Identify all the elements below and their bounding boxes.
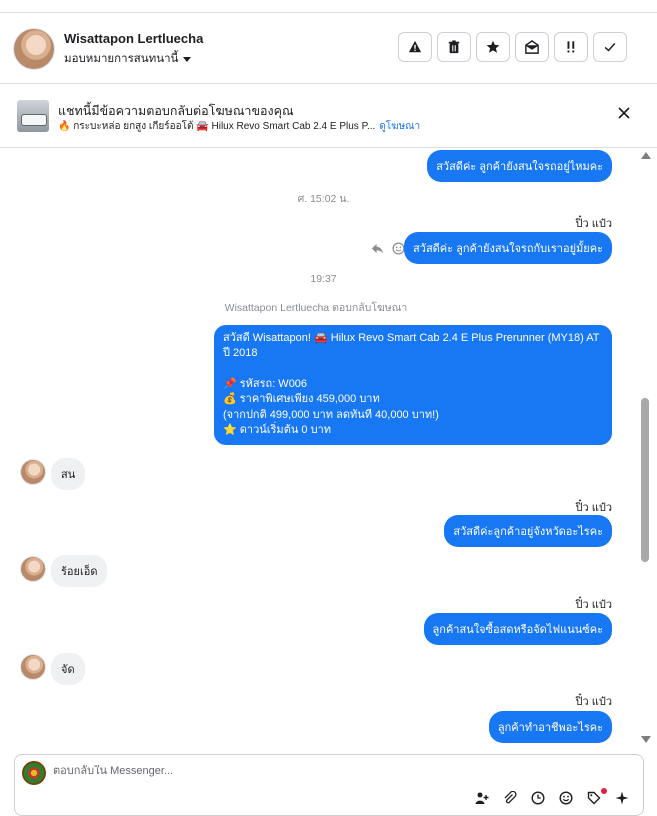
trash-icon [448, 40, 460, 54]
sender-name: ปิ๋ว แป๋ว [575, 502, 612, 514]
ad-reply-message[interactable]: สวัสดี Wisattapon! 🚘 Hilux Revo Smart Ca… [214, 325, 612, 446]
notification-dot [601, 788, 607, 794]
clock-icon [531, 791, 545, 805]
contact-name[interactable]: Wisattapon Lertluecha [64, 31, 203, 46]
star-icon [486, 40, 500, 53]
message-composer [14, 754, 644, 816]
assign-conversation-dropdown[interactable]: มอบหมายการสนทนานี้ [64, 50, 192, 68]
emoji-icon [559, 791, 573, 805]
outgoing-message[interactable]: สวัสดีค่ะลูกค้าอยู่จังหวัดอะไรคะ [444, 515, 612, 547]
contact-avatar-small[interactable] [20, 556, 46, 582]
ad-reply-line: 💰 ราคาพิเศษเพียง 459,000 บาท [223, 393, 380, 406]
sender-name: ปิ๋ว แป๋ว [575, 696, 612, 708]
ad-reply-line: ⭐ ดาวน์เริ่มต้น 0 บาท [223, 424, 331, 437]
mark-done-button[interactable] [593, 32, 627, 62]
message-row: ลูกค้าสนใจซื้อสดหรือจัดไฟแนนซ์คะ [423, 613, 612, 645]
caret-down-icon [183, 57, 192, 62]
contact-avatar-small[interactable] [20, 654, 46, 680]
sparkle-icon [615, 791, 629, 805]
outgoing-message[interactable]: สวัสดีค่ะ ลูกค้ายังสนใจรถอยู่ไหมคะ [427, 150, 612, 182]
scroll-up-arrow-icon[interactable] [641, 152, 651, 159]
delete-button[interactable] [437, 32, 471, 62]
mark-unread-button[interactable] [515, 32, 549, 62]
message-row: ร้อยเอ็ด [51, 555, 108, 587]
emoji-button[interactable] [559, 791, 573, 805]
message-row: สวัสดีค่ะ ลูกค้ายังสนใจรถอยู่ไหมคะ [427, 150, 612, 182]
open-envelope-icon [525, 40, 539, 54]
attach-button[interactable] [503, 790, 517, 805]
ad-context-banner: แชทนี้มีข้อความตอบกลับต่อโฆษณาของคุณ 🔥 ก… [0, 84, 657, 148]
message-actions [371, 242, 405, 255]
ad-reply-line: 📌 รหัสรถ: W006 [223, 377, 308, 390]
sender-name: ปิ๋ว แป๋ว [575, 599, 612, 611]
message-row: สวัสดีค่ะลูกค้าอยู่จังหวัดอะไรคะ [444, 515, 612, 547]
add-person-icon [475, 792, 489, 804]
alert-icon [408, 40, 422, 53]
header-toolbar [398, 32, 627, 62]
outgoing-message[interactable]: ลูกค้าทำอาชีพอะไรคะ [488, 711, 612, 743]
message-row: จัด [51, 653, 85, 685]
tag-icon [587, 791, 601, 805]
sender-name: ปิ๋ว แป๋ว [575, 218, 612, 230]
close-icon[interactable] [617, 106, 631, 120]
reply-icon[interactable] [371, 242, 384, 255]
top-strip [0, 0, 657, 13]
incoming-message[interactable]: สน [51, 458, 86, 490]
outgoing-message[interactable]: สวัสดีค่ะ ลูกค้ายังสนใจรถกับเราอยู่มั้ยค… [404, 232, 612, 264]
composer-toolbar [475, 788, 629, 805]
ad-banner-subtitle: 🔥 กระบะหล่อ ยกสูง เกียร์ออโต้ 🚘 Hilux Re… [58, 119, 420, 134]
ad-banner-title: แชทนี้มีข้อความตอบกลับต่อโฆษณาของคุณ [58, 104, 294, 118]
ad-description: 🔥 กระบะหล่อ ยกสูง เกียร์ออโต้ 🚘 Hilux Re… [58, 121, 376, 132]
ad-reply-line [223, 362, 603, 377]
timestamp: ศ. 15:02 น. [297, 193, 350, 205]
timestamp: 19:37 [310, 273, 337, 285]
saved-reply-button[interactable] [531, 791, 545, 805]
priority-button[interactable] [554, 32, 588, 62]
message-thread: สวัสดีค่ะ ลูกค้ายังสนใจรถอยู่ไหมคะ ศ. 15… [0, 148, 657, 752]
ad-reply-line: (จากปกติ 499,000 บาท ลดทันที 40,000 บาท!… [223, 408, 439, 421]
tag-button[interactable] [587, 788, 607, 805]
check-icon [604, 43, 616, 52]
emoji-reaction-icon[interactable] [392, 242, 405, 255]
ad-thumbnail[interactable] [17, 100, 49, 132]
contact-avatar[interactable] [13, 28, 55, 70]
sparkle-button[interactable] [615, 791, 629, 805]
priority-icon [567, 41, 575, 53]
paperclip-icon [504, 790, 517, 804]
outgoing-message[interactable]: ลูกค้าสนใจซื้อสดหรือจัดไฟแนนซ์คะ [423, 613, 612, 645]
message-row: สวัสดีค่ะ ลูกค้ายังสนใจรถกับเราอยู่มั้ยค… [404, 232, 612, 264]
conversation-header: Wisattapon Lertluecha มอบหมายการสนทนานี้ [0, 13, 657, 84]
incoming-message[interactable]: จัด [51, 653, 85, 685]
scroll-thumb[interactable] [641, 398, 649, 562]
contact-avatar-small[interactable] [20, 459, 46, 485]
message-row: สน [51, 458, 86, 490]
view-ad-link[interactable]: ดูโฆษณา [379, 121, 420, 132]
ad-reply-line: สวัสดี Wisattapon! 🚘 Hilux Revo Smart Ca… [223, 332, 600, 360]
assign-label: มอบหมายการสนทนานี้ [64, 53, 179, 65]
page-avatar [22, 761, 46, 785]
reply-input[interactable] [53, 765, 553, 777]
star-button[interactable] [476, 32, 510, 62]
incoming-message[interactable]: ร้อยเอ็ด [51, 555, 108, 587]
ad-reply-note: Wisattapon Lertluecha ตอบกลับโฆษณา [224, 302, 408, 314]
message-row: ลูกค้าทำอาชีพอะไรคะ [488, 711, 612, 743]
mark-spam-button[interactable] [398, 32, 432, 62]
add-person-button[interactable] [475, 791, 489, 805]
chat-scrollbar[interactable] [640, 148, 651, 752]
scroll-down-arrow-icon[interactable] [641, 736, 651, 743]
